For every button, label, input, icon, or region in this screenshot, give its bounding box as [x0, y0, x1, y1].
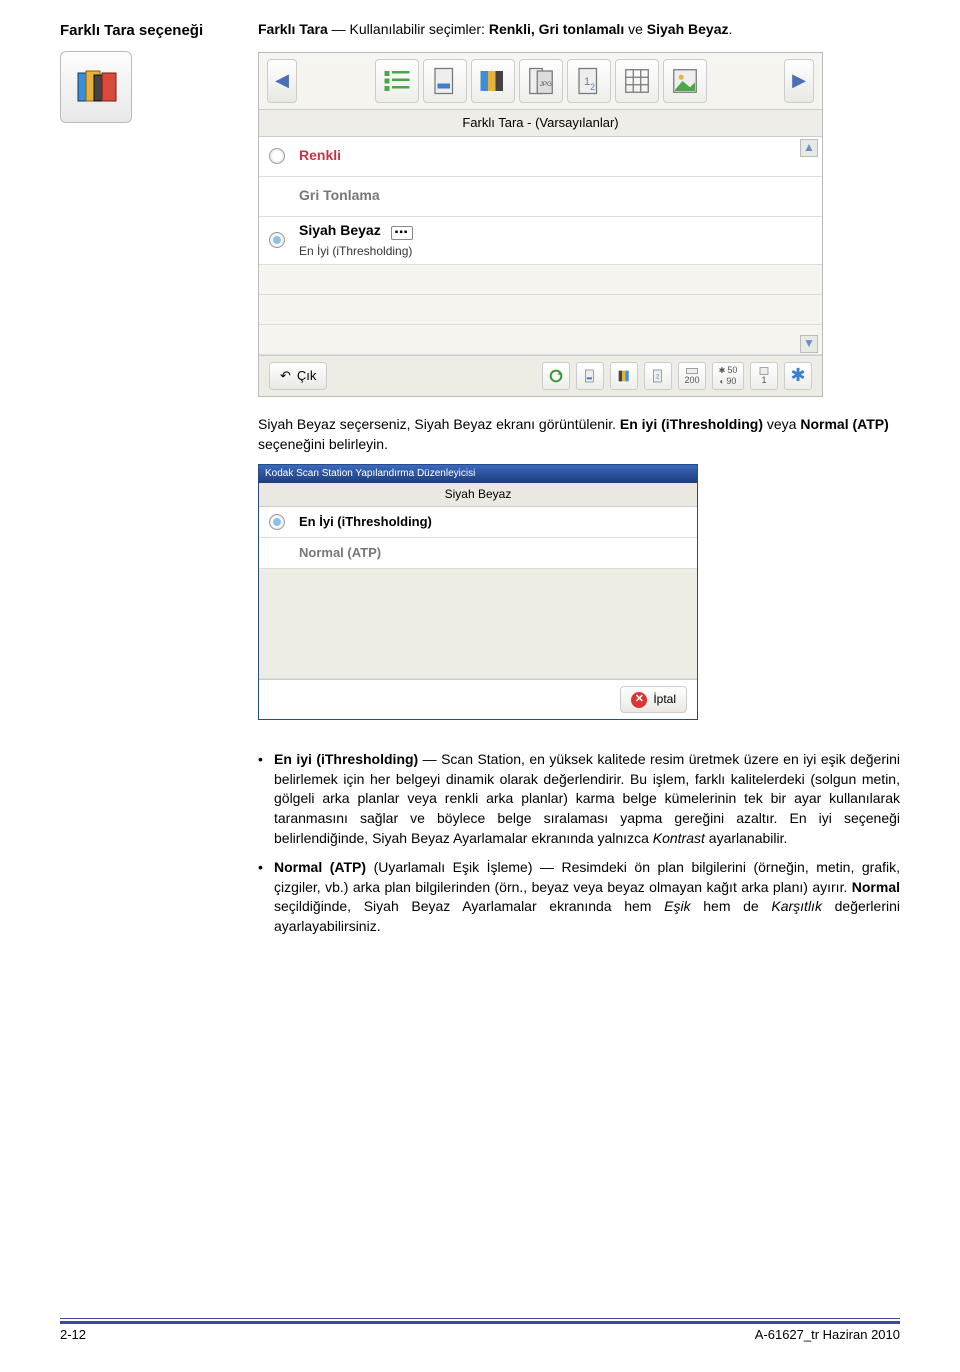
dialog-subtitle: Siyah Beyaz: [259, 483, 697, 507]
binder-status-icon[interactable]: [610, 362, 638, 390]
page-footer: 2-12 A-61627_tr Haziran 2010: [60, 1321, 900, 1344]
panel-bottom-bar: ↶ Çık 2 200 ✱50 ◐90: [259, 355, 822, 396]
option-label: Normal (ATP): [299, 544, 381, 562]
panel-title: Farklı Tara - (Varsayılanlar): [259, 110, 822, 137]
option-row-gri[interactable]: Gri Tonlama: [259, 177, 822, 217]
image-icon[interactable]: [663, 59, 707, 103]
empty-row: [259, 265, 822, 295]
radio-icon: [269, 148, 285, 164]
radio-selected-icon: [269, 514, 285, 530]
scroll-down-button[interactable]: ▼: [800, 335, 818, 353]
intro-lead: Farklı Tara: [258, 21, 328, 37]
exit-icon: ↶: [280, 367, 291, 385]
dialog-titlebar: Kodak Scan Station Yapılandırma Düzenley…: [259, 465, 697, 483]
panel-toolbar: ◀ JPG 12 ▶: [259, 53, 822, 110]
nav-next-button[interactable]: ▶: [784, 59, 814, 103]
cancel-icon: ✕: [631, 692, 647, 708]
ratio-status-icon[interactable]: ✱50 ◐90: [712, 362, 744, 390]
scan-options-panel: ◀ JPG 12 ▶ Farklı Tara - (Varsayılanlar)…: [258, 52, 823, 397]
cancel-label: İptal: [653, 691, 676, 708]
count-status-icon[interactable]: 1: [750, 362, 778, 390]
dpi-status-icon[interactable]: 200: [678, 362, 706, 390]
toolbar-icons: JPG 12: [375, 59, 707, 103]
option-label: Siyah Beyaz: [299, 222, 381, 238]
bullet-item-normal-atp: Normal (ATP) (Uyarlamalı Eşik İşleme) — …: [258, 858, 900, 936]
options-list: ▲ Renkli Gri Tonlama Siyah Beyaz ▪▪: [259, 137, 822, 355]
empty-row: [259, 325, 822, 355]
list-view-icon[interactable]: [375, 59, 419, 103]
feature-icon: [60, 51, 132, 123]
svg-text:JPG: JPG: [539, 81, 551, 88]
dialog-option-best[interactable]: En İyi (iThresholding): [259, 507, 697, 538]
page2-status-icon[interactable]: 2: [644, 362, 672, 390]
page-number-icon[interactable]: 12: [567, 59, 611, 103]
bullet-item-ithresholding: En iyi (iThresholding) — Scan Station, e…: [258, 750, 900, 848]
option-row-siyahbeyaz[interactable]: Siyah Beyaz ▪▪▪ En İyi (iThresholding): [259, 217, 822, 265]
footer-page-number: 2-12: [60, 1326, 86, 1344]
option-label: Gri Tonlama: [299, 186, 380, 206]
more-options-icon[interactable]: ▪▪▪: [391, 226, 413, 240]
exit-label: Çık: [297, 367, 317, 385]
exit-button[interactable]: ↶ Çık: [269, 362, 327, 390]
svg-text:2: 2: [590, 81, 595, 91]
page-status-icon[interactable]: [576, 362, 604, 390]
file-format-icon[interactable]: JPG: [519, 59, 563, 103]
status-icons: 2 200 ✱50 ◐90 1 ✱: [542, 362, 812, 390]
grid-icon[interactable]: [615, 59, 659, 103]
bullet-list: En iyi (iThresholding) — Scan Station, e…: [258, 750, 900, 936]
footer-doc-id: A-61627_tr Haziran 2010: [755, 1326, 900, 1344]
option-sublabel: En İyi (iThresholding): [299, 243, 413, 260]
option-row-renkli[interactable]: Renkli: [259, 137, 822, 177]
bw-dialog-panel: Kodak Scan Station Yapılandırma Düzenley…: [258, 464, 698, 720]
para-2: Siyah Beyaz seçerseniz, Siyah Beyaz ekra…: [258, 415, 900, 454]
cancel-button[interactable]: ✕ İptal: [620, 686, 687, 713]
dialog-bottom-bar: ✕ İptal: [259, 679, 697, 719]
color-folders-icon[interactable]: [471, 59, 515, 103]
radio-selected-icon: [269, 232, 285, 248]
intro-paragraph: Farklı Tara — Kullanılabilir seçimler: R…: [258, 20, 900, 40]
empty-row: [259, 295, 822, 325]
nav-prev-button[interactable]: ◀: [267, 59, 297, 103]
page-icon[interactable]: [423, 59, 467, 103]
dialog-empty-area: [259, 569, 697, 679]
dialog-option-normal[interactable]: Normal (ATP): [259, 538, 697, 569]
section-heading: Farklı Tara seçeneği: [60, 20, 240, 41]
option-label: En İyi (iThresholding): [299, 513, 432, 531]
snowflake-status-icon[interactable]: ✱: [784, 362, 812, 390]
scroll-up-button[interactable]: ▲: [800, 139, 818, 157]
option-label: Renkli: [299, 146, 341, 166]
refresh-status-icon[interactable]: [542, 362, 570, 390]
